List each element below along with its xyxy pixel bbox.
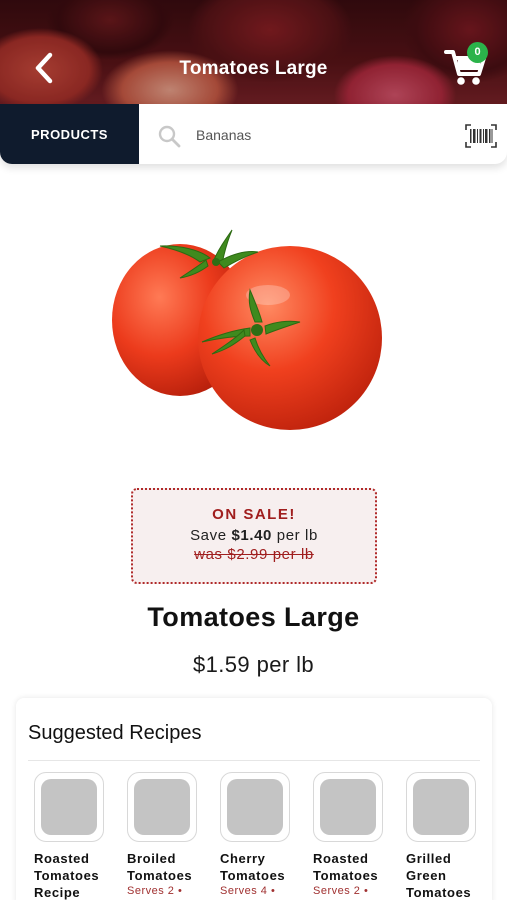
- recipe-name: Cherry Tomatoes: [220, 851, 286, 883]
- sale-savings: Save $1.40 per lb: [133, 527, 375, 544]
- recipe-card[interactable]: Roasted Tomatoes Serves 2 •: [313, 772, 393, 897]
- recipe-thumbnail: [41, 779, 97, 835]
- sale-title: ON SALE!: [212, 506, 296, 523]
- barcode-scan-button[interactable]: [465, 124, 497, 148]
- product-name: Tomatoes Large: [147, 602, 360, 632]
- search-icon: [158, 125, 181, 148]
- product-price: $1.59 per lb: [193, 652, 314, 677]
- recipe-name: Roasted Tomatoes: [313, 851, 379, 883]
- recipe-thumbnail: [320, 779, 376, 835]
- cart-count-badge: 0: [467, 42, 488, 63]
- sale-banner: ON SALE! Save $1.40 per lb was $2.99 per…: [131, 488, 377, 584]
- recipe-name: Broiled Tomatoes: [127, 851, 193, 883]
- sale-original-price: was $2.99 per lb: [194, 546, 314, 563]
- sale-save-amount: $1.40: [231, 527, 272, 544]
- search-input[interactable]: [196, 121, 446, 149]
- sale-save-suffix: per lb: [276, 527, 318, 544]
- tomatoes-photo: [112, 229, 382, 430]
- section-title: Suggested Recipes: [28, 722, 202, 744]
- recipe-card[interactable]: Cherry Tomatoes Serves 4 •: [220, 772, 300, 897]
- recipe-thumbnail-frame: [313, 772, 383, 842]
- recipe-serves: Serves 2 •: [313, 885, 369, 897]
- recipe-card[interactable]: Grilled Green Tomatoes: [406, 772, 486, 900]
- recipe-name: Roasted Tomatoes Recipe: [34, 851, 100, 900]
- sale-save-prefix: Save: [190, 527, 227, 544]
- recipe-thumbnail-frame: [34, 772, 104, 842]
- barcode-icon: [465, 124, 497, 148]
- suggested-recipes-section: Suggested Recipes Roasted Tomatoes Recip…: [16, 698, 492, 900]
- recipe-card[interactable]: Roasted Tomatoes Recipe: [34, 772, 114, 900]
- recipe-thumbnail: [413, 779, 469, 835]
- recipe-thumbnail: [227, 779, 283, 835]
- search-bar: PRODUCTS: [0, 104, 507, 164]
- recipe-serves: Serves 2 •: [127, 885, 183, 897]
- recipe-thumbnail-frame: [127, 772, 197, 842]
- recipe-thumbnail-frame: [220, 772, 290, 842]
- recipe-card[interactable]: Broiled Tomatoes Serves 2 •: [127, 772, 207, 897]
- header-banner: Tomatoes Large: [0, 0, 507, 105]
- page-title: Tomatoes Large: [179, 58, 328, 79]
- recipe-thumbnail: [134, 779, 190, 835]
- recipe-serves: Serves 4 •: [220, 885, 276, 897]
- recipe-name: Grilled Green Tomatoes: [406, 851, 472, 900]
- products-category-button[interactable]: PRODUCTS: [0, 104, 139, 164]
- recipe-thumbnail-frame: [406, 772, 476, 842]
- divider: [28, 760, 480, 761]
